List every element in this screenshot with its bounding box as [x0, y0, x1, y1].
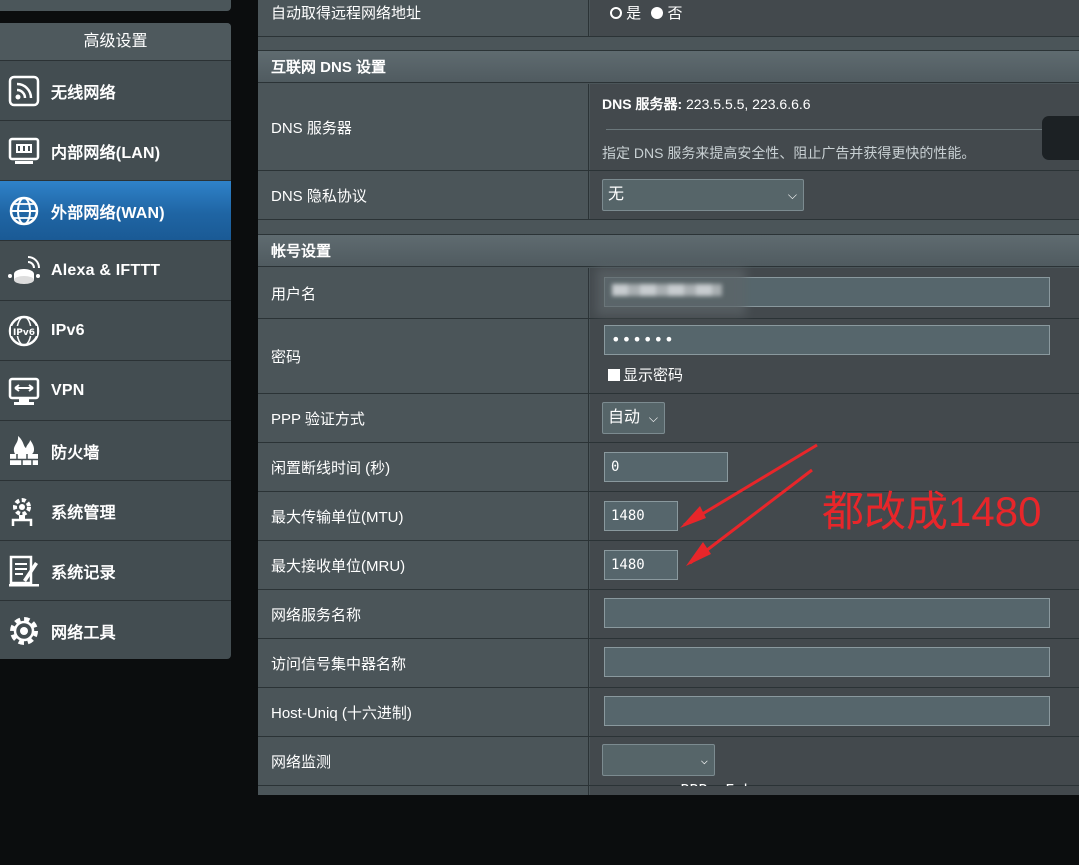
arrow-to-mtu — [683, 443, 818, 527]
arrowhead-mru — [686, 542, 711, 566]
annotation-text: 都改成1480 — [822, 488, 1042, 535]
annotation-arrows — [680, 443, 818, 566]
arrowhead-mtu — [680, 506, 706, 528]
